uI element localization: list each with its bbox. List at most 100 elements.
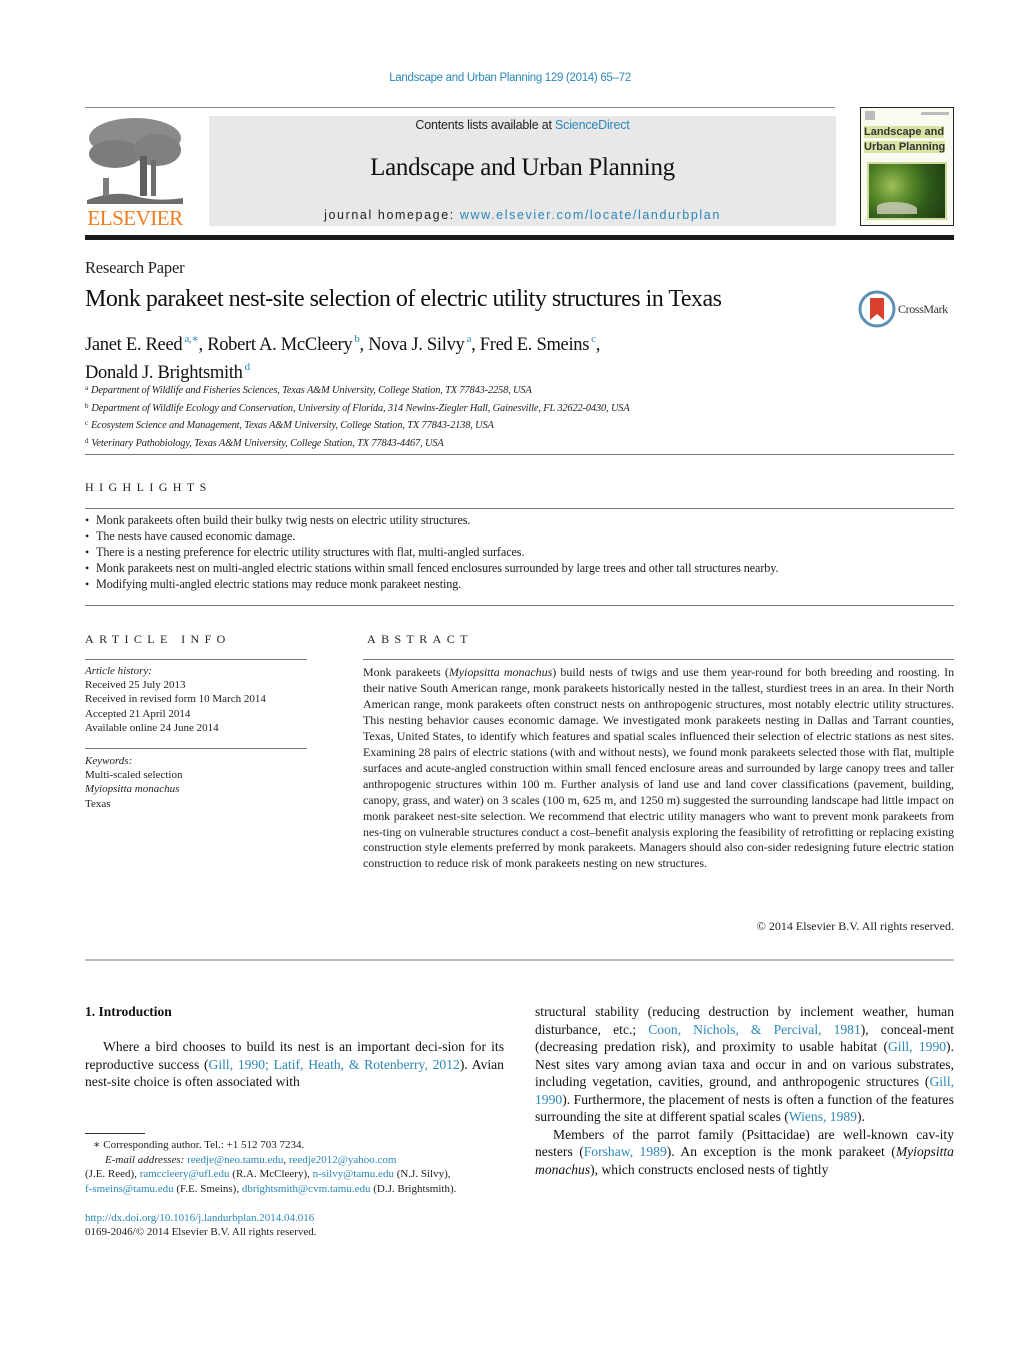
elsevier-logo[interactable]: ELSEVIER <box>85 116 185 230</box>
abstract-text: Monk parakeets ( <box>363 665 449 679</box>
keyword: Texas <box>85 797 111 810</box>
crossmark-button[interactable]: CrossMark <box>858 290 958 330</box>
citation-link[interactable]: Coon, Nichols, & Percival, 1981 <box>648 1022 861 1037</box>
author[interactable]: Nova J. Silvy a <box>368 333 471 355</box>
body-text: ). An exception is the monk parakeet ( <box>666 1144 896 1159</box>
email-addresses: E-mail addresses: reedje@neo.tamu.edu, r… <box>85 1153 457 1195</box>
author-separator: , <box>198 335 208 355</box>
citation-link[interactable]: Forshaw, 1989 <box>584 1144 667 1159</box>
keywords-label: Keywords: <box>85 755 133 767</box>
affiliation-text: Department of Wildlife Ecology and Conse… <box>91 402 630 414</box>
author[interactable]: Janet E. Reed a,∗ <box>85 333 199 355</box>
affiliation-marker[interactable]: d <box>245 361 251 373</box>
affiliation-marker[interactable]: a,∗ <box>184 333 199 345</box>
affiliation: a Department of Wildlife and Fisheries Sc… <box>85 381 885 399</box>
affiliation: b Department of Wildlife Ecology and Cons… <box>85 399 885 417</box>
email-link[interactable]: n-silvy@tamu.edu <box>313 1168 394 1180</box>
header-divider <box>85 107 835 108</box>
affiliations: a Department of Wildlife and Fisheries Sc… <box>85 381 885 451</box>
history-entry: Available online 24 June 2014 <box>85 721 219 734</box>
contents-line: Contents lists available at ScienceDirec… <box>209 118 836 132</box>
body-divider <box>85 959 954 961</box>
crossmark-icon <box>858 290 896 328</box>
cover-issue-info <box>921 112 949 115</box>
email-owner: (R.A. McCleery) <box>232 1168 308 1180</box>
author-name: Robert A. McCleery <box>207 335 353 355</box>
section-divider <box>85 508 954 509</box>
article-history-label: Article history: <box>85 665 152 677</box>
author-separator: , <box>595 335 601 355</box>
affiliation-key: a <box>85 384 88 392</box>
body-column-right: structural stability (reducing destructi… <box>535 1003 954 1178</box>
journal-homepage-link[interactable]: www.elsevier.com/locate/landurbplan <box>460 208 721 222</box>
article-history: Article history: Received 25 July 2013 R… <box>85 664 307 735</box>
elsevier-tree-icon <box>87 118 183 204</box>
doi-link[interactable]: http://dx.doi.org/10.1016/j.landurbplan.… <box>85 1212 314 1224</box>
email-owner: (D.J. Brightsmith). <box>373 1182 457 1195</box>
citation-link[interactable]: Gill, 1990 <box>888 1039 946 1054</box>
author-separator: , <box>471 335 480 355</box>
abstract-text: ) build nests of twigs and use them year… <box>363 665 955 871</box>
article-info-heading: ARTICLE INFO <box>85 632 231 646</box>
affiliation-key: d <box>85 436 89 445</box>
highlight-item: Modifying multi-angled electric stations… <box>85 576 954 592</box>
email-link[interactable]: reedje@neo.tamu.edu <box>187 1154 283 1166</box>
abstract-copyright: © 2014 Elsevier B.V. All rights reserved… <box>756 919 954 933</box>
author-name: Janet E. Reed <box>85 335 183 355</box>
affiliation-text: Veterinary Pathobiology, Texas A&M Unive… <box>91 437 444 449</box>
email-link[interactable]: reedje2012@yahoo.com <box>289 1154 397 1166</box>
journal-cover-thumbnail[interactable]: Landscape and Urban Planning <box>860 107 954 226</box>
body-column-left: Where a bird chooses to build its nest i… <box>85 1038 504 1091</box>
author-name: Nova J. Silvy <box>368 335 465 355</box>
email-link[interactable]: f-smeins@tamu.edu <box>85 1183 174 1195</box>
body-text: ). Furthermore, the placement of nests i… <box>535 1091 954 1125</box>
species-name: Myiopsitta monachus <box>448 665 553 679</box>
highlight-item: There is a nesting preference for electr… <box>85 544 954 560</box>
cover-title-line: Landscape and <box>864 126 945 138</box>
email-label: E-mail addresses: <box>105 1153 185 1166</box>
highlights-list: Monk parakeets often build their bulky t… <box>85 512 954 592</box>
email-link[interactable]: dbrightsmith@cvm.tamu.edu <box>242 1183 371 1195</box>
cover-photo <box>867 162 947 220</box>
journal-title: Landscape and Urban Planning <box>370 154 675 181</box>
history-entry: Accepted 21 April 2014 <box>85 707 191 720</box>
highlight-item: The nests have caused economic damage. <box>85 528 954 544</box>
header-thick-divider <box>85 235 954 240</box>
author[interactable]: Donald J. Brightsmith d <box>85 361 251 383</box>
citation-link[interactable]: Wiens, 1989 <box>789 1109 857 1124</box>
body-text: ). <box>856 1109 865 1124</box>
cover-title-line: Urban Planning <box>864 140 946 153</box>
author[interactable]: Fred E. Smeins c <box>479 333 596 355</box>
issn-copyright: 0169-2046/© 2014 Elsevier B.V. All right… <box>85 1226 317 1238</box>
highlight-item: Monk parakeets often build their bulky t… <box>85 512 954 528</box>
history-entry: Received in revised form 10 March 2014 <box>85 693 266 706</box>
citation-link[interactable]: Gill, 1990; Latif, Heath, & Rotenberry, … <box>209 1057 460 1072</box>
journal-banner: Contents lists available at ScienceDirec… <box>209 116 836 226</box>
abstract-heading: ABSTRACT <box>367 632 473 646</box>
affiliation: c Ecosystem Science and Management, Texas… <box>85 416 885 434</box>
sciencedirect-link[interactable]: ScienceDirect <box>555 118 630 132</box>
footnotes: ∗ Corresponding author. Tel.: +1 512 703… <box>85 1138 515 1196</box>
section-divider <box>85 659 307 660</box>
section-divider <box>85 748 307 749</box>
highlight-item: Monk parakeets nest on multi-angled elec… <box>85 560 954 576</box>
affiliation-text: Department of Wildlife and Fisheries Sci… <box>90 385 532 396</box>
affiliation-key: c <box>85 419 88 428</box>
cover-publisher-mark <box>865 111 875 120</box>
author-name: Fred E. Smeins <box>479 335 590 355</box>
email-owner: (F.E. Smeins) <box>176 1182 237 1195</box>
article-title: Monk parakeet nest-site selection of ele… <box>85 286 722 312</box>
affiliation-text: Ecosystem Science and Management, Texas … <box>90 420 494 432</box>
email-link[interactable]: ramccleery@ufl.edu <box>140 1168 230 1180</box>
abstract-body: Monk parakeets (Myiopsitta monachus) bui… <box>363 665 954 872</box>
section-divider <box>363 659 954 660</box>
keyword: Myiopsitta monachus <box>85 783 180 796</box>
history-entry: Received 25 July 2013 <box>85 679 186 692</box>
keywords: Keywords: Multi-scaled selection Myiopsi… <box>85 754 307 811</box>
author[interactable]: Robert A. McCleery b <box>207 333 360 355</box>
corresponding-author-note: ∗ Corresponding author. Tel.: +1 512 703… <box>93 1139 305 1151</box>
email-owner: (J.E. Reed) <box>85 1168 135 1180</box>
keyword: Multi-scaled selection <box>85 769 183 782</box>
journal-reference-link[interactable]: Landscape and Urban Planning 129 (2014) … <box>0 72 1020 84</box>
body-text: ), which constructs enclosed nests of ti… <box>590 1161 829 1177</box>
